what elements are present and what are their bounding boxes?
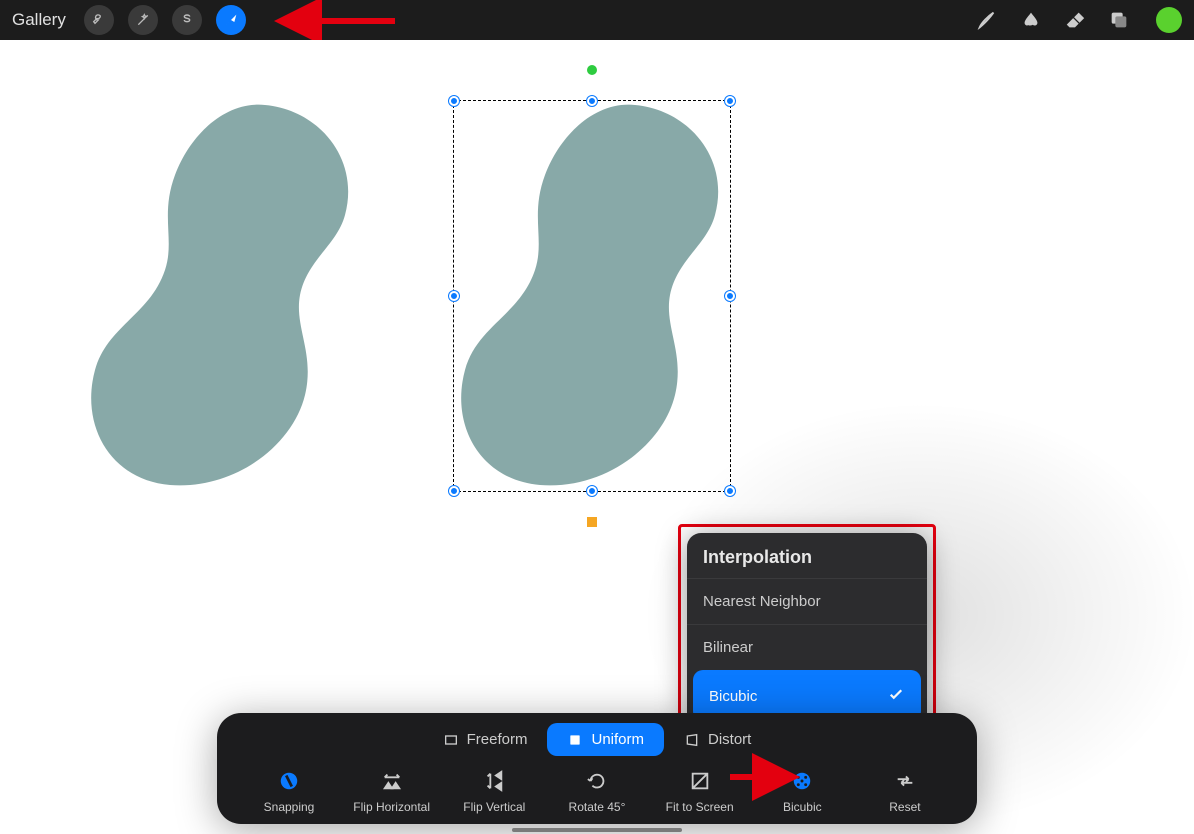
adjustments-wand-icon[interactable] xyxy=(128,5,158,35)
action-label: Fit to Screen xyxy=(666,800,734,814)
annotation-highlight-box: Interpolation Nearest Neighbor Bilinear … xyxy=(678,524,936,736)
actions-wrench-icon[interactable] xyxy=(84,5,114,35)
action-interpolation[interactable]: Bicubic xyxy=(756,768,848,814)
reset-icon xyxy=(892,768,918,794)
action-label: Reset xyxy=(889,800,920,814)
transform-panel: Freeform Uniform Distort Snapping Flip H… xyxy=(217,713,977,824)
smudge-icon[interactable] xyxy=(1016,5,1046,35)
mode-uniform[interactable]: Uniform xyxy=(547,723,664,756)
mode-row: Freeform Uniform Distort xyxy=(235,723,959,756)
rotate-icon xyxy=(584,768,610,794)
action-reset[interactable]: Reset xyxy=(859,768,951,814)
option-label: Nearest Neighbor xyxy=(703,593,821,610)
handle-n[interactable] xyxy=(587,96,597,106)
magnet-icon xyxy=(276,768,302,794)
eraser-icon[interactable] xyxy=(1060,5,1090,35)
option-label: Bilinear xyxy=(703,639,753,656)
handle-e[interactable] xyxy=(725,291,735,301)
mode-label: Uniform xyxy=(591,731,644,748)
action-snapping[interactable]: Snapping xyxy=(243,768,335,814)
checkmark-icon xyxy=(887,685,905,707)
action-rotate[interactable]: Rotate 45° xyxy=(551,768,643,814)
selection-s-icon[interactable] xyxy=(172,5,202,35)
brush-icon[interactable] xyxy=(972,5,1002,35)
flip-horizontal-icon xyxy=(379,768,405,794)
popup-title: Interpolation xyxy=(687,533,927,578)
selection-box[interactable] xyxy=(453,100,731,492)
interpolation-icon xyxy=(789,768,815,794)
action-flip-vertical[interactable]: Flip Vertical xyxy=(448,768,540,814)
action-row: Snapping Flip Horizontal Flip Vertical R… xyxy=(235,768,959,818)
action-fit-to-screen[interactable]: Fit to Screen xyxy=(654,768,746,814)
handle-sw[interactable] xyxy=(449,486,459,496)
handle-se[interactable] xyxy=(725,486,735,496)
mode-label: Distort xyxy=(708,731,751,748)
color-swatch[interactable] xyxy=(1156,7,1182,33)
handle-ne[interactable] xyxy=(725,96,735,106)
layers-icon[interactable] xyxy=(1104,5,1134,35)
handle-nw[interactable] xyxy=(449,96,459,106)
gallery-button[interactable]: Gallery xyxy=(12,10,66,30)
option-label: Bicubic xyxy=(709,688,757,705)
transform-arrow-icon[interactable] xyxy=(216,5,246,35)
action-label: Snapping xyxy=(264,800,315,814)
interp-option-bilinear[interactable]: Bilinear xyxy=(687,624,927,670)
action-label: Bicubic xyxy=(783,800,822,814)
handle-w[interactable] xyxy=(449,291,459,301)
fit-screen-icon xyxy=(687,768,713,794)
top-toolbar: Gallery xyxy=(0,0,1194,40)
action-label: Rotate 45° xyxy=(569,800,626,814)
rotate-handle-top[interactable] xyxy=(587,65,597,75)
mode-freeform[interactable]: Freeform xyxy=(423,723,548,756)
action-flip-horizontal[interactable]: Flip Horizontal xyxy=(346,768,438,814)
mode-distort[interactable]: Distort xyxy=(664,723,771,756)
action-label: Flip Vertical xyxy=(463,800,525,814)
action-label: Flip Horizontal xyxy=(353,800,430,814)
flip-vertical-icon xyxy=(481,768,507,794)
rotate-handle-bottom[interactable] xyxy=(587,517,597,527)
shape-blob-left xyxy=(85,95,375,495)
mode-label: Freeform xyxy=(467,731,528,748)
home-indicator xyxy=(512,828,682,832)
handle-s[interactable] xyxy=(587,486,597,496)
interpolation-popup: Interpolation Nearest Neighbor Bilinear … xyxy=(687,533,927,727)
interp-option-nearest[interactable]: Nearest Neighbor xyxy=(687,578,927,624)
